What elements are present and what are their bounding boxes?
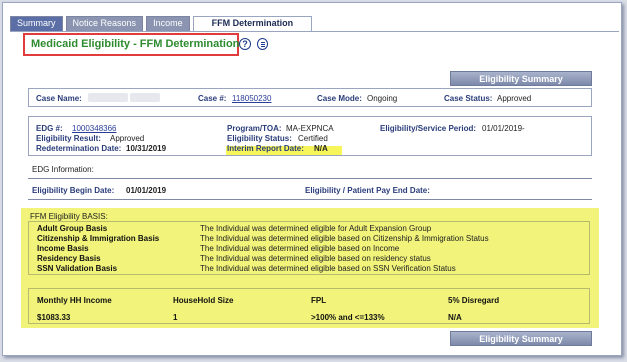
program-toa-value: MA-EXPNCA (286, 124, 334, 133)
eligibility-status-value: Certified (298, 134, 328, 143)
case-name-label: Case Name: (36, 94, 82, 103)
help-icon[interactable]: ? (239, 38, 251, 50)
fpl-header: FPL (311, 296, 327, 305)
eligibility-result-label: Eligibility Result: (36, 134, 101, 143)
tab-divider (10, 31, 619, 32)
monthly-hh-income-value: $1083.33 (37, 313, 71, 322)
edg-number-link[interactable]: 1000348366 (72, 124, 117, 133)
disregard-header: 5% Disregard (448, 296, 500, 305)
income-box (28, 288, 590, 324)
program-toa-label: Program/TOA: (227, 124, 282, 133)
interim-report-date-value: N/A (314, 144, 328, 153)
edg-number-label: EDG #: (36, 124, 63, 133)
case-name-redacted (88, 93, 128, 102)
service-period-label: Eligibility/Service Period: (380, 124, 477, 133)
divider-bottom (28, 199, 592, 200)
basis-residency: Residency Basis (37, 254, 101, 263)
basis-adult-group-text: The Individual was determined eligible f… (200, 224, 432, 233)
tab-summary[interactable]: Summary (10, 16, 63, 31)
ffm-basis-heading: FFM Eligibility BASIS: (30, 212, 108, 221)
eligibility-status-label: Eligibility Status: (227, 134, 292, 143)
household-size-header: HouseHold Size (173, 296, 234, 305)
case-status-value: Approved (497, 94, 532, 103)
tab-ffm-determination[interactable]: FFM Determination (192, 16, 313, 32)
service-period-value: 01/01/2019- (482, 124, 525, 133)
basis-income-text: The Individual was determined eligible b… (200, 244, 400, 253)
edg-information-label: EDG Information: (32, 165, 94, 174)
eligibility-summary-button-top[interactable]: Eligibility Summary (450, 71, 592, 86)
household-size-value: 1 (173, 313, 178, 322)
case-name-redacted-2 (130, 93, 160, 102)
eligibility-result-value: Approved (110, 134, 145, 143)
end-date-label: Eligibility / Patient Pay End Date: (305, 186, 430, 195)
disregard-value: N/A (448, 313, 462, 322)
fpl-value: >100% and <=133% (311, 313, 385, 322)
case-mode-label: Case Mode: (317, 94, 362, 103)
basis-ssn-text: The Individual was determined eligible b… (200, 264, 456, 273)
monthly-hh-income-header: Monthly HH Income (37, 296, 112, 305)
case-number-label: Case #: (198, 94, 227, 103)
basis-adult-group: Adult Group Basis (37, 224, 108, 233)
begin-date-label: Eligibility Begin Date: (32, 186, 115, 195)
basis-citizenship: Citizenship & Immigration Basis (37, 234, 160, 243)
interim-report-date-label: Interim Report Date: (227, 144, 304, 153)
basis-ssn: SSN Validation Basis (37, 264, 118, 273)
tab-income[interactable]: Income (146, 16, 190, 31)
case-number-link[interactable]: 118050230 (232, 94, 271, 103)
divider-top (28, 178, 592, 179)
redetermination-date-value: 10/31/2019 (126, 144, 167, 153)
redetermination-date-label: Redetermination Date: (36, 144, 122, 153)
tab-notice-reasons[interactable]: Notice Reasons (65, 16, 144, 31)
case-mode-value: Ongoing (367, 94, 398, 103)
basis-income: Income Basis (37, 244, 89, 253)
print-icon[interactable] (257, 38, 268, 50)
eligibility-summary-button-bottom[interactable]: Eligibility Summary (450, 331, 592, 346)
case-status-label: Case Status: (444, 94, 493, 103)
basis-residency-text: The Individual was determined eligible b… (200, 254, 431, 263)
tab-bar: Summary Notice Reasons Income FFM Determ… (10, 16, 315, 32)
page-title: Medicaid Eligibility - FFM Determination (31, 38, 240, 50)
basis-citizenship-text: The Individual was determined eligible b… (200, 234, 489, 243)
begin-date-value: 01/01/2019 (126, 186, 167, 195)
